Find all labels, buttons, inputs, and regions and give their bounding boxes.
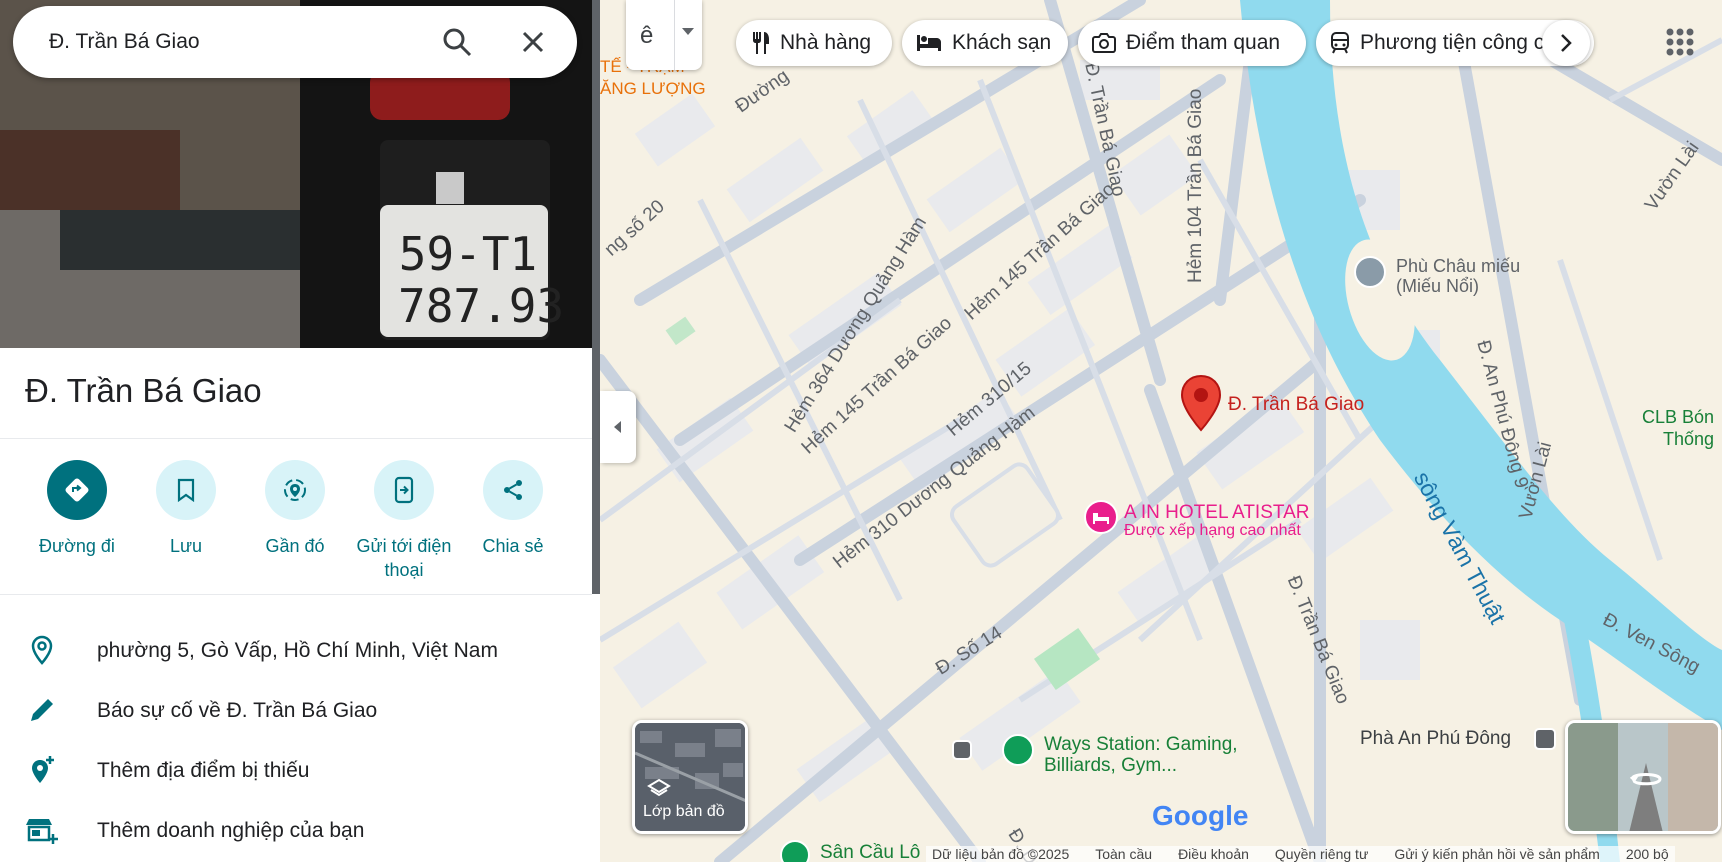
nearby-icon — [284, 479, 306, 501]
layers-button[interactable]: Lớp bản đồ — [632, 720, 748, 834]
chip-label: Điểm tham quan — [1126, 31, 1281, 54]
plate-line2: 787.93 — [398, 279, 565, 333]
place-title: Đ. Trần Bá Giao — [25, 372, 262, 409]
directions-button[interactable]: Đường đi — [22, 460, 132, 558]
map-canvas[interactable]: TẾ - TRẠM ĂNG LƯỢNG ng số 20 Đường Hẻm 3… — [600, 0, 1722, 862]
transit-icon — [1331, 32, 1349, 54]
apps-grid-button[interactable] — [1660, 22, 1700, 62]
hotel-rating-text: Được xếp hạng cao nhất — [1124, 522, 1301, 539]
hotel-bed-icon — [1084, 500, 1118, 534]
bookmark-icon — [177, 478, 195, 502]
send-to-phone-icon — [394, 476, 414, 504]
share-button[interactable]: Chia sẻ — [458, 460, 568, 558]
red-pin-icon — [1180, 374, 1222, 432]
google-logo: Google — [1152, 800, 1249, 831]
divider — [0, 594, 592, 595]
google-maps-app: TẾ - TRẠM ĂNG LƯỢNG ng số 20 Đường Hẻm 3… — [0, 0, 1722, 862]
map-footer: Dữ liệu bản đồ ©2025 Toàn cầu Điều khoản… — [926, 846, 1675, 862]
address-row[interactable]: phường 5, Gò Vấp, Hồ Chí Minh, Việt Nam — [0, 622, 592, 678]
footer-feedback[interactable]: Gửi ý kiến phản hồi về sản phẩm — [1394, 846, 1600, 862]
caret-left-icon — [614, 421, 621, 433]
chip-hotels[interactable]: Khách sạn — [902, 20, 1068, 66]
report-problem-row[interactable]: Báo sự cố về Đ. Trần Bá Giao — [0, 682, 592, 738]
clb-line1: CLB Bón — [1642, 407, 1715, 427]
search-box[interactable] — [13, 6, 577, 78]
chevron-right-icon — [1561, 34, 1572, 52]
place-panel: 59-T1 787.93 Đ. Trần Bá Giao Đường đi — [0, 0, 600, 862]
green-poi-icon — [780, 840, 810, 862]
save-label: Lưu — [169, 536, 203, 556]
report-problem-text: Báo sự cố về Đ. Trần Bá Giao — [97, 699, 378, 722]
temple-name-line1: Phù Châu miếu — [1396, 256, 1521, 276]
street-hem-104: Hẻm 104 Trần Bá Giao — [1185, 88, 1206, 283]
close-icon — [522, 31, 544, 53]
vietnamese-input-icon: ê — [640, 22, 654, 49]
add-business-icon — [26, 819, 58, 844]
share-label: Chia sẻ — [482, 536, 544, 556]
chip-restaurants[interactable]: Nhà hàng — [736, 20, 892, 66]
search-button[interactable] — [439, 24, 475, 60]
share-icon — [504, 480, 522, 500]
license-plate: 59-T1 787.93 — [398, 227, 565, 333]
chip-label: Nhà hàng — [780, 31, 872, 54]
chips-next-button[interactable] — [1542, 20, 1590, 66]
green-poi-icon — [1002, 734, 1034, 766]
pencil-icon — [31, 699, 53, 721]
ways-line2: Billiards, Gym... — [1044, 755, 1178, 776]
add-business-row[interactable]: Thêm doanh nghiệp của bạn — [0, 802, 592, 858]
layers-icon — [647, 778, 671, 797]
restaurant-icon — [753, 32, 769, 54]
nearby-label: Gần đó — [265, 536, 325, 556]
hotel-icon — [917, 35, 941, 51]
search-icon — [443, 28, 472, 57]
address-text: phường 5, Gò Vấp, Hồ Chí Minh, Việt Nam — [97, 639, 498, 662]
ferry-icon[interactable] — [1534, 728, 1556, 750]
input-tools-button[interactable]: ê — [626, 0, 702, 70]
footer-global[interactable]: Toàn cầu — [1095, 846, 1152, 862]
chevron-down-icon — [682, 28, 694, 35]
save-button[interactable]: Lưu — [131, 460, 241, 558]
divider — [0, 438, 592, 439]
search-input[interactable] — [49, 30, 429, 54]
footer-scale[interactable]: 200 bộ — [1626, 846, 1669, 862]
nearby-button[interactable]: Gần đó — [240, 460, 350, 558]
chip-attractions[interactable]: Điểm tham quan — [1078, 20, 1306, 66]
panel-scrollbar[interactable] — [592, 0, 600, 594]
add-place-icon — [32, 756, 54, 783]
orange-place-line2: ĂNG LƯỢNG — [600, 79, 706, 98]
send-to-phone-button[interactable]: Gửi tới điện thoại — [349, 460, 459, 582]
clb-line2: Thống — [1663, 429, 1715, 449]
street-view-button[interactable] — [1565, 720, 1721, 834]
san-cau-label: Sân Cầu Lô — [820, 842, 921, 862]
add-missing-place-row[interactable]: Thêm địa điểm bị thiếu — [0, 742, 592, 798]
bus-stop-icon[interactable] — [952, 740, 972, 760]
location-pin-icon — [31, 635, 53, 665]
layers-label: Lớp bản đồ — [643, 803, 725, 820]
rotate-360-icon — [1630, 773, 1662, 786]
plate-line1: 59-T1 — [398, 227, 538, 281]
add-business-text: Thêm doanh nghiệp của bạn — [97, 819, 365, 842]
footer-privacy[interactable]: Quyền riêng tư — [1275, 846, 1368, 862]
footer-map-data[interactable]: Dữ liệu bản đồ ©2025 — [932, 846, 1069, 862]
temple-name-line2: (Miếu Nổi) — [1396, 276, 1480, 296]
hotel-name: A IN HOTEL ATISTAR — [1124, 502, 1310, 523]
clear-search-button[interactable] — [515, 24, 551, 60]
collapse-panel-button[interactable] — [600, 391, 636, 463]
directions-label: Đường đi — [39, 536, 115, 556]
ways-line1: Ways Station: Gaming, — [1044, 734, 1238, 755]
clb-poi[interactable]: CLB Bón Thống — [1642, 406, 1714, 450]
chip-label: Khách sạn — [952, 31, 1052, 54]
directions-icon — [65, 478, 89, 502]
footer-terms[interactable]: Điều khoản — [1178, 846, 1249, 862]
add-missing-place-text: Thêm địa điểm bị thiếu — [97, 759, 310, 782]
send-to-phone-label: Gửi tới điện thoại — [356, 536, 452, 580]
selected-place-marker[interactable]: Đ. Trần Bá Giao — [1180, 374, 1364, 437]
apps-grid-icon — [1666, 28, 1694, 56]
ferry-label: Phà An Phú Đông — [1360, 728, 1512, 749]
pin-label: Đ. Trần Bá Giao — [1228, 394, 1365, 415]
camera-icon — [1092, 33, 1116, 53]
